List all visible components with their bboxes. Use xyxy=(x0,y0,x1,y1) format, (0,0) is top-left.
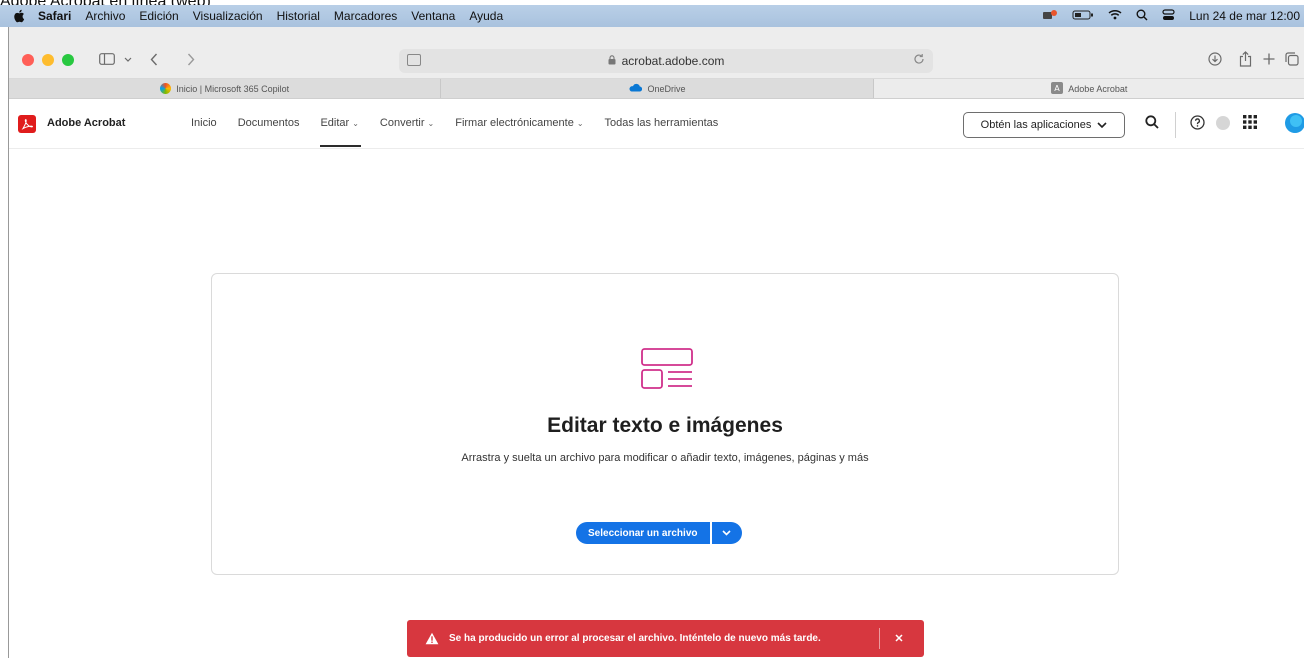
card-title: Editar texto e imágenes xyxy=(547,414,783,437)
control-center-icon[interactable] xyxy=(1162,8,1175,24)
apps-grid-icon xyxy=(1243,115,1257,129)
acrobat-header: Adobe Acrobat Inicio Documentos Editar ⌄ … xyxy=(9,99,1304,149)
search-icon xyxy=(1145,115,1159,129)
select-file-dropdown-button[interactable] xyxy=(711,522,742,544)
copilot-icon xyxy=(160,83,172,94)
menu-ventana[interactable]: Ventana xyxy=(411,9,455,23)
menu-visualizacion[interactable]: Visualización xyxy=(193,9,263,23)
battery-icon[interactable] xyxy=(1072,9,1094,23)
menubar-clock[interactable]: Lun 24 de mar 12:00 xyxy=(1189,9,1300,23)
downloads-button[interactable] xyxy=(1205,48,1225,70)
header-divider xyxy=(1175,112,1176,138)
apple-icon[interactable] xyxy=(12,9,26,23)
browser-toolbar: acrobat.adobe.com xyxy=(9,27,1304,79)
tab-label: Inicio | Microsoft 365 Copilot xyxy=(176,83,290,94)
get-apps-label: Obtén las aplicaciones xyxy=(980,119,1092,131)
tab-overview-button[interactable] xyxy=(1283,48,1301,70)
notification-dot-icon xyxy=(1216,116,1230,130)
select-file-button-group: Seleccionar un archivo xyxy=(576,522,742,544)
chevron-left-icon xyxy=(150,53,158,65)
menu-edicion[interactable]: Edición xyxy=(139,9,178,23)
nav-editar-label: Editar xyxy=(320,117,350,129)
back-button[interactable] xyxy=(144,48,164,70)
nav-todas-herramientas[interactable]: Todas las herramientas xyxy=(605,117,719,129)
tab-group-dropdown[interactable] xyxy=(121,48,135,70)
menu-safari[interactable]: Safari xyxy=(38,9,71,23)
address-bar[interactable]: acrobat.adobe.com xyxy=(399,49,933,73)
chevron-down-icon: ⌄ xyxy=(427,119,435,128)
sidebar-icon xyxy=(99,53,115,65)
browser-tab-bar: Inicio | Microsoft 365 Copilot OneDrive … xyxy=(9,79,1304,99)
reload-icon[interactable] xyxy=(913,52,925,68)
menu-archivo[interactable]: Archivo xyxy=(85,9,125,23)
plus-icon xyxy=(1263,53,1275,65)
nav-inicio[interactable]: Inicio xyxy=(191,117,217,129)
share-button[interactable] xyxy=(1235,48,1255,70)
tab-overview-icon xyxy=(1285,52,1299,66)
select-file-button[interactable]: Seleccionar un archivo xyxy=(576,522,710,544)
close-toast-button[interactable] xyxy=(895,631,903,645)
address-bar-url: acrobat.adobe.com xyxy=(621,54,725,68)
help-button[interactable] xyxy=(1190,115,1205,130)
acrobat-logo-icon[interactable] xyxy=(18,115,36,133)
tab-onedrive[interactable]: OneDrive xyxy=(441,79,874,98)
error-message: Se ha producido un error al procesar el … xyxy=(449,633,821,644)
tab-microsoft-365[interactable]: Inicio | Microsoft 365 Copilot xyxy=(9,79,442,98)
chevron-down-icon xyxy=(722,530,731,536)
acrobat-tab-icon: A xyxy=(1051,81,1064,96)
error-toast: Se ha producido un error al procesar el … xyxy=(407,620,924,657)
toast-divider xyxy=(879,628,880,649)
menu-marcadores[interactable]: Marcadores xyxy=(334,9,397,23)
nav-convertir-label: Convertir xyxy=(379,117,425,129)
page-menu-icon[interactable] xyxy=(407,54,421,66)
share-icon xyxy=(1239,51,1251,67)
sidebar-toggle-button[interactable] xyxy=(97,48,117,70)
chevron-down-icon: ⌄ xyxy=(576,119,584,128)
card-subtitle: Arrastra y suelta un archivo para modifi… xyxy=(461,452,869,464)
apps-switcher-button[interactable] xyxy=(1243,115,1257,129)
nav-documentos[interactable]: Documentos xyxy=(238,117,300,129)
search-button[interactable] xyxy=(1145,115,1159,129)
spotlight-search-icon[interactable] xyxy=(1136,9,1148,24)
avatar-icon xyxy=(1285,113,1304,133)
menu-ayuda[interactable]: Ayuda xyxy=(469,9,503,23)
tab-label: OneDrive xyxy=(647,83,686,94)
nav-firmar-label: Firmar electrónicamente xyxy=(455,117,574,129)
zoom-window-button[interactable] xyxy=(62,54,74,66)
nav-convertir[interactable]: Convertir ⌄ xyxy=(380,117,434,129)
wifi-icon[interactable] xyxy=(1108,9,1122,23)
menu-historial[interactable]: Historial xyxy=(277,9,320,23)
close-window-button[interactable] xyxy=(22,54,34,66)
tab-label: Adobe Acrobat xyxy=(1068,83,1128,94)
safari-window: acrobat.adobe.com Inicio | Microsoft 365… xyxy=(8,27,1304,658)
nav-firmar[interactable]: Firmar electrónicamente ⌄ xyxy=(455,117,583,129)
user-avatar[interactable] xyxy=(1285,113,1304,133)
notifications-button[interactable] xyxy=(1215,115,1231,131)
edit-text-images-illustration-icon xyxy=(641,348,693,390)
main-nav: Inicio Documentos Editar ⌄ Convertir ⌄ Fir… xyxy=(191,117,739,147)
forward-button[interactable] xyxy=(181,48,201,70)
close-icon xyxy=(895,634,903,642)
new-tab-button[interactable] xyxy=(1260,48,1278,70)
svg-text:A: A xyxy=(1054,84,1060,93)
onedrive-cloud-icon xyxy=(628,83,643,94)
download-icon xyxy=(1208,52,1222,66)
warning-icon xyxy=(425,632,439,645)
minimize-window-button[interactable] xyxy=(42,54,54,66)
window-controls xyxy=(22,54,74,66)
microphone-indicator-icon[interactable] xyxy=(1042,9,1058,24)
chevron-down-icon xyxy=(1097,122,1107,128)
tab-adobe-acrobat[interactable]: A Adobe Acrobat xyxy=(873,79,1304,98)
chevron-right-icon xyxy=(187,53,195,65)
lock-icon xyxy=(608,54,616,68)
brand-name[interactable]: Adobe Acrobat xyxy=(47,117,125,129)
nav-editar[interactable]: Editar ⌄ xyxy=(320,117,362,147)
macos-menubar: Safari Archivo Edición Visualización His… xyxy=(0,5,1304,27)
help-icon xyxy=(1190,115,1205,130)
get-apps-button[interactable]: Obtén las aplicaciones xyxy=(963,112,1125,138)
chevron-down-icon: ⌄ xyxy=(352,119,359,128)
chevron-down-icon xyxy=(124,57,132,62)
drop-zone-card[interactable]: Editar texto e imágenes Arrastra y suelt… xyxy=(211,273,1119,575)
